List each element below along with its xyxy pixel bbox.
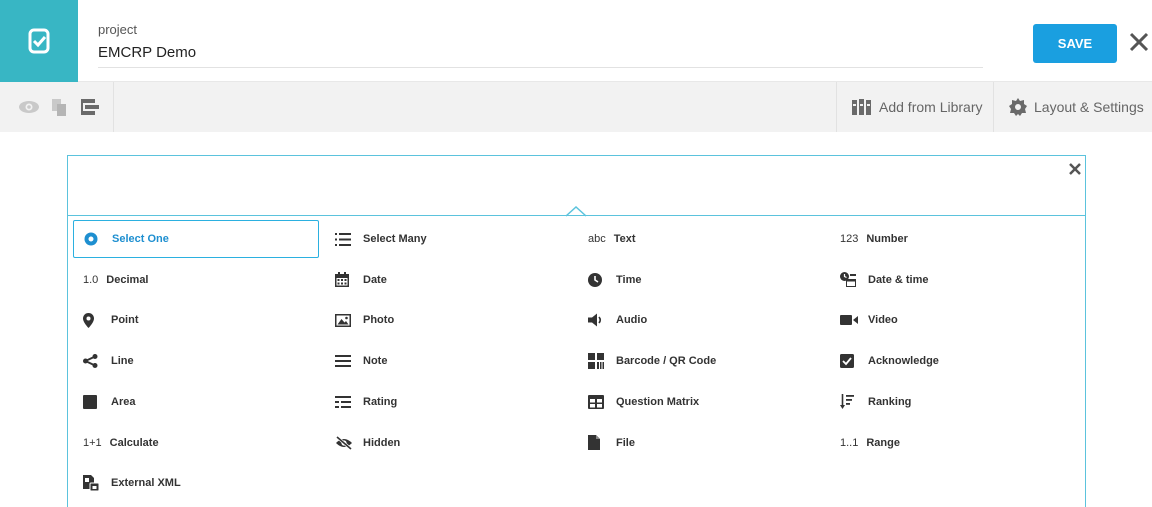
note-lines-icon bbox=[335, 353, 357, 369]
map-pin-icon bbox=[83, 312, 105, 328]
external-xml-icon bbox=[83, 475, 105, 492]
question-type-audio[interactable]: Audio bbox=[578, 301, 824, 339]
rating-icon bbox=[335, 394, 357, 410]
range-icon: 1..1 bbox=[840, 436, 859, 449]
question-type-calculate[interactable]: 1+1 Calculate bbox=[73, 424, 319, 462]
share-icon bbox=[83, 353, 105, 369]
project-label: project bbox=[98, 22, 138, 37]
question-type-label: Note bbox=[363, 355, 388, 368]
file-icon bbox=[588, 435, 610, 451]
question-type-label: Acknowledge bbox=[868, 355, 939, 368]
project-name-input[interactable]: EMCRP Demo bbox=[98, 44, 983, 68]
text-icon: abc bbox=[588, 233, 606, 245]
eye-icon[interactable] bbox=[18, 96, 40, 118]
calculate-icon: 1+1 bbox=[83, 436, 102, 449]
ranking-icon bbox=[840, 394, 862, 410]
question-type-label: Time bbox=[616, 273, 642, 286]
qr-code-icon bbox=[588, 353, 610, 370]
add-from-library-label: Add from Library bbox=[879, 99, 983, 115]
question-type-label: Range bbox=[866, 436, 900, 449]
question-type-number[interactable]: 123 Number bbox=[830, 220, 1076, 258]
question-type-range[interactable]: 1..1 Range bbox=[830, 424, 1076, 462]
question-type-label: Point bbox=[111, 314, 139, 327]
toolbar-left-group bbox=[0, 82, 114, 132]
app-logo[interactable] bbox=[0, 0, 78, 82]
question-type-line[interactable]: Line bbox=[73, 342, 319, 380]
matrix-icon bbox=[588, 394, 610, 410]
question-type-label: Video bbox=[868, 314, 898, 327]
question-type-file[interactable]: File bbox=[578, 424, 824, 462]
question-type-area[interactable]: Area bbox=[73, 383, 319, 421]
clipboard-check-icon bbox=[28, 28, 50, 54]
eye-slash-icon bbox=[335, 435, 357, 451]
datetime-icon bbox=[840, 272, 862, 288]
structure-icon[interactable] bbox=[79, 96, 101, 118]
question-type-video[interactable]: Video bbox=[830, 301, 1076, 339]
question-type-label: Decimal bbox=[106, 273, 149, 286]
save-button[interactable]: SAVE bbox=[1033, 24, 1117, 63]
calendar-icon bbox=[335, 272, 357, 288]
checkbox-icon bbox=[840, 353, 862, 369]
video-icon bbox=[840, 312, 862, 328]
decimal-icon: 1.0 bbox=[83, 273, 99, 286]
question-type-hidden[interactable]: Hidden bbox=[325, 424, 571, 462]
question-type-label: Audio bbox=[616, 314, 648, 327]
layout-settings-button[interactable]: Layout & Settings bbox=[993, 82, 1152, 132]
question-type-note[interactable]: Note bbox=[325, 342, 571, 380]
number-icon: 123 bbox=[840, 233, 859, 245]
gear-icon bbox=[1009, 98, 1027, 116]
photo-icon bbox=[335, 312, 357, 328]
clock-icon bbox=[588, 272, 610, 288]
question-type-label: Line bbox=[111, 355, 134, 368]
question-type-label: Select Many bbox=[363, 233, 427, 245]
question-type-barcode-qr-code[interactable]: Barcode / QR Code bbox=[578, 342, 824, 380]
question-type-label: Number bbox=[866, 233, 908, 245]
question-type-label: Ranking bbox=[868, 395, 912, 408]
layout-settings-label: Layout & Settings bbox=[1034, 99, 1144, 115]
question-type-question-matrix[interactable]: Question Matrix bbox=[578, 383, 824, 421]
question-type-text[interactable]: abc Text bbox=[578, 220, 824, 258]
question-type-label: Area bbox=[111, 395, 136, 408]
question-type-external-xml[interactable]: External XML bbox=[73, 464, 319, 502]
question-type-label: External XML bbox=[111, 477, 181, 490]
question-type-point[interactable]: Point bbox=[73, 301, 319, 339]
add-from-library-button[interactable]: Add from Library bbox=[836, 82, 993, 132]
question-type-select-one[interactable]: Select One bbox=[73, 220, 319, 258]
question-type-label: Select One bbox=[112, 233, 169, 245]
question-type-label: Text bbox=[613, 233, 636, 245]
panel-close-icon[interactable] bbox=[1066, 160, 1084, 178]
question-type-label: Photo bbox=[363, 314, 395, 327]
question-type-date-time[interactable]: Date & time bbox=[830, 261, 1076, 299]
question-type-label: Barcode / QR Code bbox=[616, 355, 717, 368]
question-type-rating[interactable]: Rating bbox=[325, 383, 571, 421]
question-type-acknowledge[interactable]: Acknowledge bbox=[830, 342, 1076, 380]
question-type-date[interactable]: Date bbox=[325, 261, 571, 299]
square-icon bbox=[83, 394, 105, 410]
question-type-label: Calculate bbox=[109, 436, 159, 449]
question-type-decimal[interactable]: 1.0 Decimal bbox=[73, 261, 319, 299]
copy-icon[interactable] bbox=[49, 96, 71, 118]
question-type-select-many[interactable]: Select Many bbox=[325, 220, 571, 258]
close-icon[interactable] bbox=[1128, 31, 1150, 53]
form-header: project EMCRP Demo SAVE bbox=[0, 0, 1152, 82]
question-type-label: Date & time bbox=[868, 273, 929, 286]
radio-icon bbox=[84, 231, 106, 247]
question-type-ranking[interactable]: Ranking bbox=[830, 383, 1076, 421]
library-icon bbox=[852, 99, 871, 115]
question-type-label: Rating bbox=[363, 395, 398, 408]
question-type-time[interactable]: Time bbox=[578, 261, 824, 299]
question-type-label: Date bbox=[363, 273, 387, 286]
speaker-icon bbox=[588, 312, 610, 328]
question-type-panel: Select One Select Many abc Text 123 Number 1.0… bbox=[67, 155, 1086, 507]
question-type-label: Hidden bbox=[363, 436, 401, 449]
list-icon bbox=[335, 231, 357, 247]
question-type-label: Question Matrix bbox=[616, 395, 700, 408]
panel-divider bbox=[68, 215, 1085, 216]
question-type-photo[interactable]: Photo bbox=[325, 301, 571, 339]
form-toolbar: Add from Library Layout & Settings bbox=[0, 82, 1152, 132]
question-type-label: File bbox=[616, 436, 635, 449]
